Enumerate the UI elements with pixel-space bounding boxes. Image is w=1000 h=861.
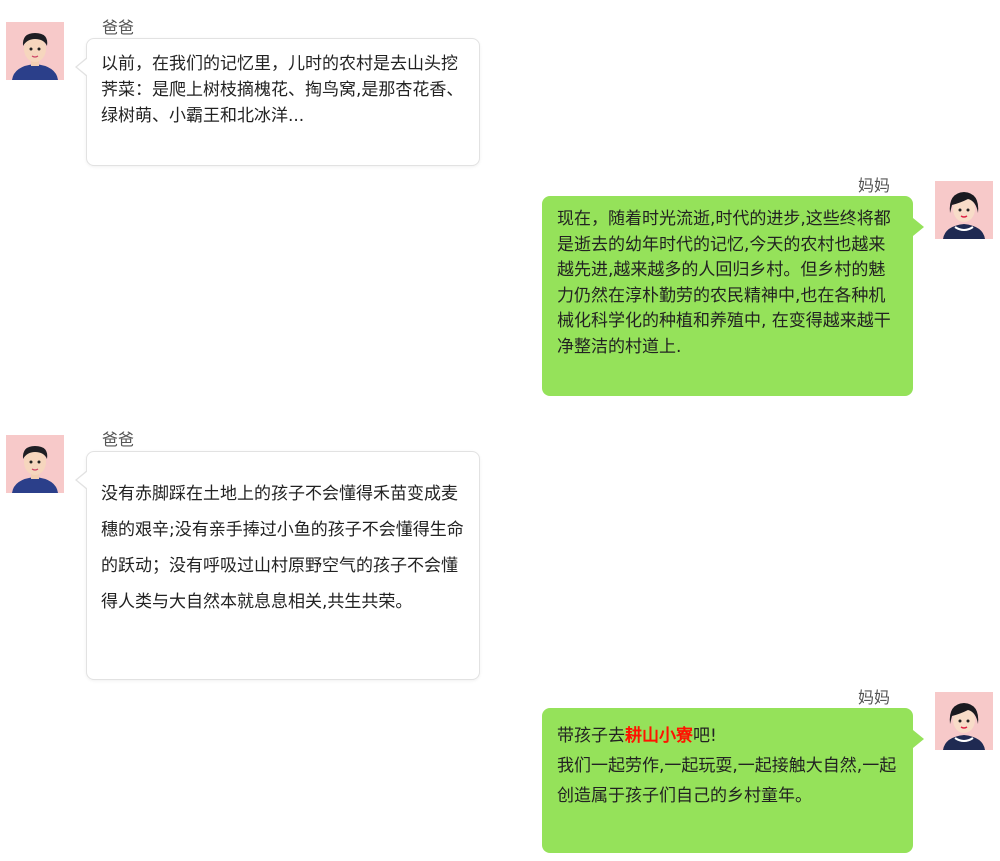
message-bubble[interactable]: 带孩子去耕山小寮吧! 我们一起劳作,一起玩耍,一起接触大自然,一起创造属于孩子们… xyxy=(542,708,924,853)
message-text-part: 吧! xyxy=(693,726,717,746)
highlight-link[interactable]: 耕山小寮 xyxy=(625,726,693,746)
message-text-line2: 我们一起劳作,一起玩耍,一起接触大自然,一起创造属于孩子们自己的乡村童年。 xyxy=(557,756,897,806)
message-bubble[interactable]: 现在，随着时光流逝,时代的进步,这些终将都是逝去的幼年时代的记忆,今天的农村也越… xyxy=(542,196,924,396)
message-bubble[interactable]: 以前，在我们的记忆里，儿时的农村是去山头挖荠菜：是爬上树枝摘槐花、掏鸟窝,是那杏… xyxy=(75,38,480,166)
message-text: 带孩子去耕山小寮吧! xyxy=(557,721,899,751)
dad-avatar-icon[interactable] xyxy=(6,22,64,80)
sender-name: 爸爸 xyxy=(102,18,135,37)
message-text: 以前，在我们的记忆里，儿时的农村是去山头挖荠菜：是爬上树枝摘槐花、掏鸟窝,是那杏… xyxy=(101,54,464,126)
sender-name: 妈妈 xyxy=(858,688,891,707)
sender-name: 爸爸 xyxy=(102,430,135,449)
message-bubble[interactable]: 没有赤脚踩在土地上的孩子不会懂得禾苗变成麦穗的艰辛;没有亲手捧过小鱼的孩子不会懂… xyxy=(75,451,480,680)
sender-name: 妈妈 xyxy=(858,176,891,195)
message-text: 现在，随着时光流逝,时代的进步,这些终将都是逝去的幼年时代的记忆,今天的农村也越… xyxy=(557,209,891,357)
dad-avatar-icon[interactable] xyxy=(6,435,64,493)
message-text-part: 带孩子去 xyxy=(557,726,625,746)
mom-avatar-icon[interactable] xyxy=(935,181,993,239)
mom-avatar-icon[interactable] xyxy=(935,692,993,750)
message-text: 没有赤脚踩在土地上的孩子不会懂得禾苗变成麦穗的艰辛;没有亲手捧过小鱼的孩子不会懂… xyxy=(101,484,464,612)
